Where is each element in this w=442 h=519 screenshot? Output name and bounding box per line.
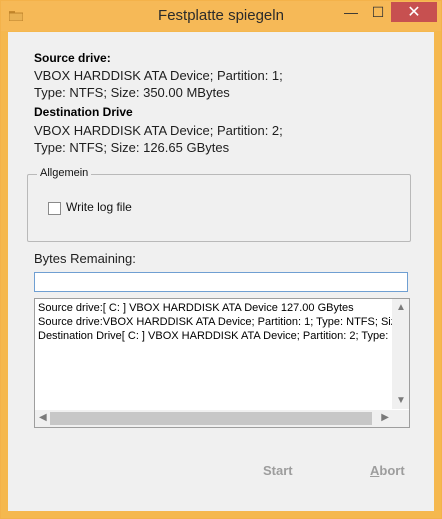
source-drive-line1: VBOX HARDDISK ATA Device; Partition: 1; [34, 68, 283, 83]
abort-button[interactable]: Abort [370, 463, 405, 478]
source-drive-line2: Type: NTFS; Size: 350.00 MBytes [34, 85, 230, 100]
vertical-scrollbar[interactable]: ▲ ▼ [392, 299, 409, 409]
start-button[interactable]: Start [263, 463, 293, 478]
source-drive-heading: Source drive: [34, 51, 111, 65]
scroll-left-arrow-icon[interactable]: ◀ [39, 412, 47, 423]
maximize-button[interactable]: ☐ [364, 2, 392, 22]
abort-accelerator: A [370, 463, 380, 478]
window: Festplatte spiegeln — ☐ ✕ Source drive: … [0, 0, 442, 519]
minimize-button[interactable]: — [337, 2, 365, 22]
destination-drive-line1: VBOX HARDDISK ATA Device; Partition: 2; [34, 123, 283, 138]
log-content: Source drive:[ C: ] VBOX HARDDISK ATA De… [38, 301, 392, 409]
write-log-checkbox[interactable] [48, 202, 61, 215]
destination-drive-heading: Destination Drive [34, 105, 133, 119]
scroll-corner [392, 410, 409, 427]
log-line: Source drive:VBOX HARDDISK ATA Device; P… [38, 316, 392, 328]
title-bar[interactable]: Festplatte spiegeln — ☐ ✕ [1, 1, 441, 31]
write-log-label[interactable]: Write log file [66, 200, 132, 214]
scroll-up-arrow-icon[interactable]: ▲ [396, 302, 406, 313]
general-group-label: Allgemein [37, 167, 92, 179]
scroll-right-arrow-icon[interactable]: ▶ [381, 412, 389, 423]
log-listbox[interactable]: Source drive:[ C: ] VBOX HARDDISK ATA De… [34, 298, 410, 428]
scroll-down-arrow-icon[interactable]: ▼ [396, 395, 406, 406]
destination-drive-line2: Type: NTFS; Size: 126.65 GBytes [34, 140, 230, 155]
bytes-remaining-progress-bar [34, 272, 408, 292]
log-line: Source drive:[ C: ] VBOX HARDDISK ATA De… [38, 302, 354, 314]
log-line: Destination Drive[ C: ] VBOX HARDDISK AT… [38, 330, 392, 342]
horizontal-scrollbar[interactable]: ◀ ▶ [35, 410, 392, 427]
horizontal-scroll-thumb[interactable] [50, 412, 372, 425]
bytes-remaining-label: Bytes Remaining: [34, 251, 136, 266]
close-button[interactable]: ✕ [391, 2, 437, 22]
abort-label-rest: bort [379, 463, 405, 478]
